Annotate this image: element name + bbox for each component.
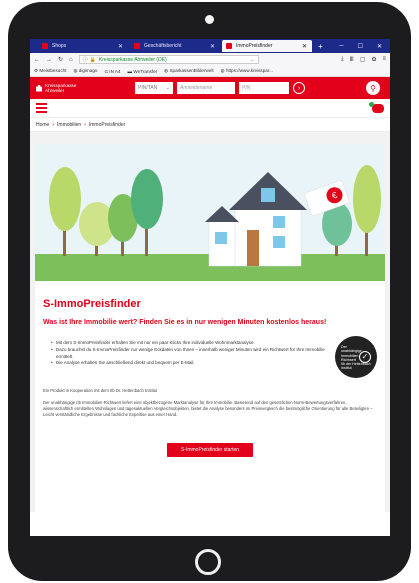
screen: Shops ✕ Geschäftsbericht ✕ ImmoPreisfinder… (30, 39, 390, 536)
description-text: Der unabhängige IIb Immobilien-Richtwert… (43, 400, 373, 417)
cooperation-note: Ein Produkt in Kooperation mit dem IIb D… (43, 388, 158, 393)
home-icon[interactable]: ⌂ (69, 57, 73, 63)
house-illustration: € (35, 165, 385, 281)
feature-list: Mit dem S-ImmoPreisfinder erhalten Sie m… (43, 340, 329, 378)
back-icon[interactable]: ← (34, 57, 40, 63)
start-immopreisfinder-button[interactable]: S-ImmoPreisfinder starten (166, 443, 254, 458)
feature-section: Mit dem S-ImmoPreisfinder erhalten Sie m… (43, 336, 377, 378)
bookmark-item[interactable]: ▬ WeTransfer (128, 69, 158, 74)
toolbar-icons: ⤓ Ⅲ ▢ ✿ ≡ (341, 56, 386, 63)
window-controls: ─ ☐ ✕ (339, 43, 390, 50)
list-item: Dazu brauchst du S-ImmoPreisfinder nur w… (51, 347, 329, 361)
chevron-down-icon: ⌄ (165, 85, 170, 91)
iib-seal: Der unabhängige Immobilien Richtwert IIb… (335, 336, 377, 378)
close-icon[interactable]: ✕ (118, 43, 123, 50)
sparkasse-icon (226, 43, 232, 49)
bookmarks-bar: ⚙ Meistbesucht ◍ digimago G IN A4 ▬ WeTr… (30, 66, 390, 77)
site-header: Kreissparkasse Ahrweiler PIN/TAN ⌄ Anmelde… (30, 77, 390, 99)
sparkasse-icon (134, 43, 140, 49)
checkmark-icon: ✓ (359, 351, 371, 363)
sparkasse-s-icon (36, 84, 42, 92)
new-tab-button[interactable]: + (318, 42, 323, 51)
forward-icon[interactable]: → (46, 57, 52, 63)
home-button[interactable] (195, 549, 221, 575)
bookmark-item[interactable]: ◍ SparkassenBilderwelt (164, 68, 213, 74)
username-input[interactable]: Anmeldename (177, 82, 235, 94)
chevron-right-icon: › (52, 121, 55, 128)
tab-immopreisfinder[interactable]: ImmoPreisfinder ✕ (222, 40, 312, 52)
card-body: S-ImmoPreisfinder Was ist Ihre Immobilie… (35, 298, 385, 458)
search-icon[interactable]: ⚲ (366, 81, 380, 95)
tab-shops[interactable]: Shops ✕ (38, 40, 128, 52)
library-icon[interactable]: Ⅲ (350, 56, 354, 63)
browser-tabbar: Shops ✕ Geschäftsbericht ✕ ImmoPreisfinder… (30, 39, 390, 53)
breadcrumb-home[interactable]: Home (36, 122, 49, 128)
breadcrumb: Home › Immobilien › ImmoPreisfinder (30, 118, 390, 132)
bookmark-item[interactable]: ⚙ Meistbesucht (34, 68, 66, 74)
download-icon[interactable]: ⤓ (341, 56, 344, 63)
breadcrumb-current: ImmoPreisfinder (88, 121, 126, 128)
bookmark-item[interactable]: ◍ digimago (73, 68, 97, 74)
maximize-icon[interactable]: ☐ (358, 43, 363, 50)
list-item: Mit dem S-ImmoPreisfinder erhalten Sie m… (51, 340, 329, 347)
site-menubar (30, 99, 390, 118)
login-method-select[interactable]: PIN/TAN ⌄ (135, 82, 173, 94)
login-form: PIN/TAN ⌄ Anmeldename PIN › (135, 82, 305, 94)
extension-icon[interactable]: ✿ (371, 56, 376, 63)
camera (205, 15, 214, 24)
sparkasse-logo[interactable]: Kreissparkasse Ahrweiler (36, 83, 76, 94)
hero-illustration: € (35, 144, 385, 281)
page-content: € S-ImmoPreisfinder Was ist Ihre Immobil… (30, 132, 390, 512)
page-title: S-ImmoPreisfinder (43, 298, 141, 310)
close-icon[interactable]: ✕ (302, 43, 307, 50)
bookmark-item[interactable]: G IN A4 (104, 69, 120, 74)
pin-input[interactable]: PIN (239, 82, 289, 94)
tab-geschaeftsbericht[interactable]: Geschäftsbericht ✕ (130, 40, 220, 52)
list-item: Die Analyse erhalten Sie anschließend di… (51, 360, 329, 367)
reload-icon[interactable]: ↻ (58, 56, 63, 63)
chevron-right-icon: › (84, 121, 86, 128)
menu-icon[interactable]: ≡ (382, 56, 386, 63)
sidebar-icon[interactable]: ▢ (360, 56, 366, 63)
browser-navbar: ← → ↻ ⌂ ⓘ 🔒 Kreissparkasse Ahrweiler (DE… (30, 53, 390, 66)
bookmark-item[interactable]: ◍ https://www.kreisspar... (221, 68, 273, 74)
sparkasse-icon (42, 43, 48, 49)
lock-icon: 🔒 (89, 56, 96, 63)
content-card: € S-ImmoPreisfinder Was ist Ihre Immobil… (35, 144, 385, 512)
minimize-icon[interactable]: ─ (339, 43, 343, 50)
page-subtitle: Was ist Ihre Immobilie wert? Finden Sie … (43, 319, 327, 326)
close-window-icon[interactable]: ✕ (377, 43, 382, 50)
info-icon: ⓘ (82, 57, 88, 63)
breadcrumb-immobilien[interactable]: Immobilien (57, 122, 81, 128)
tablet-frame: Shops ✕ Geschäftsbericht ✕ ImmoPreisfinder… (8, 2, 411, 581)
hamburger-menu-icon[interactable] (36, 103, 47, 113)
url-bar[interactable]: ⓘ 🔒 Kreissparkasse Ahrweiler (DE) ... (78, 55, 259, 64)
chat-icon[interactable] (369, 102, 384, 113)
close-icon[interactable]: ✕ (210, 43, 215, 50)
login-arrow-button[interactable]: › (293, 82, 305, 94)
